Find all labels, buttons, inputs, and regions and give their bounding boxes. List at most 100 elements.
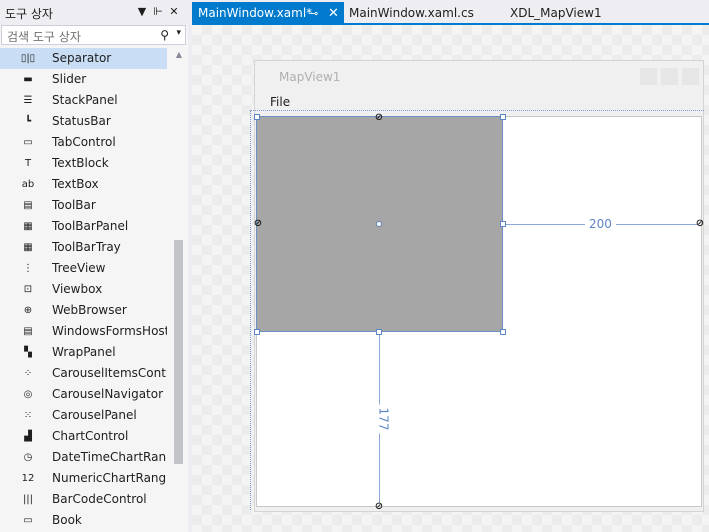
toolbox-item-toolbar[interactable]: ▤ ToolBar [0,195,167,216]
slider-icon: ▬ [23,74,33,85]
toolbox-item-statusbar[interactable]: ┗ StatusBar [0,111,167,132]
toolbox-item-label: CarouselNavigator [52,387,164,401]
bottom-anchor-icon[interactable]: ⊘ [374,502,384,512]
toolbox-item-label: StatusBar [52,114,111,128]
resize-handle-bottom-left[interactable] [254,329,260,335]
toolbox-item-carouselitemscontr[interactable]: ⁘ CarouselItemsContr... [0,363,167,384]
statusbar-icon: ┗ [24,116,32,127]
toolbox-item-label: CarouselPanel [52,408,137,422]
toolbox-item-carouselpanel[interactable]: ⁙ CarouselPanel [0,405,167,426]
resize-handle-top-left[interactable] [254,114,260,120]
wrappanel-icon: ▚ [24,347,32,358]
toolbox-item-label: WebBrowser [52,303,127,317]
toolbox-item-label: ToolBarPanel [52,219,129,233]
separator-icon: ▯|▯ [20,53,36,64]
tab-label: XDL_MapView1 [510,6,602,20]
close-button [682,68,699,85]
toolbox-item-label: TextBox [52,177,99,191]
toolbartray-icon: ▦ [23,242,33,253]
toolbox-item-label: ToolBarTray [52,240,121,254]
toolbox-item-wrappanel[interactable]: ▚ WrapPanel [0,342,167,363]
center-handle[interactable] [376,221,382,227]
stackpanel-icon: ☰ [23,95,33,106]
pin-icon[interactable]: ⊩ [150,3,166,21]
resize-handle-bottom[interactable] [376,329,382,335]
toolbox-item-textblock[interactable]: T TextBlock [0,153,167,174]
toolbox-item-toolbarpanel[interactable]: ▦ ToolBarPanel [0,216,167,237]
toolbox-item-carouselnavigator[interactable]: ◎ CarouselNavigator [0,384,167,405]
toolbox-item-viewbox[interactable]: ⊡ Viewbox [0,279,167,300]
toolbox-item-chartcontrol[interactable]: ▟ ChartControl [0,426,167,447]
scrollbar-thumb[interactable] [174,240,183,464]
textbox-icon: ab [21,179,35,190]
close-icon[interactable]: ✕ [328,3,339,24]
book-icon: ▭ [23,515,33,526]
webbrowser-icon: ⊕ [23,305,33,316]
scroll-up-icon[interactable]: ▲ [172,50,186,62]
search-placeholder: 검색 도구 상자 [7,30,81,44]
top-anchor-icon[interactable]: ⊘ [374,113,384,123]
toolbox-item-textbox[interactable]: ab TextBox [0,174,167,195]
toolbox-item-label: Viewbox [52,282,103,296]
toolbox-item-treeview[interactable]: ⋮ TreeView [0,258,167,279]
datetimechartrange-icon: ◷ [23,452,33,463]
search-icon[interactable]: ⚲ [160,28,169,42]
toolbox-item-label: TreeView [52,261,106,275]
height-dimension-label: 177 [376,404,391,434]
toolbox-item-label: Separator [52,51,112,65]
toolbox-item-slider[interactable]: ▬ Slider [0,69,167,90]
grid-selection-top [250,110,704,111]
toolbox-item-book[interactable]: ▭ Book [0,510,167,531]
toolbox-item-label: BarCodeControl [52,492,147,506]
window-title: MapView1 [279,70,341,84]
tab-xdl-mapview1[interactable]: XDL_MapView1 [510,2,650,24]
maximize-button [661,68,678,85]
toolbar-icon: ▤ [23,200,33,211]
tabcontrol-icon: ▭ [23,137,33,148]
menu-file[interactable]: File [270,95,290,109]
toolbox-item-webbrowser[interactable]: ⊕ WebBrowser [0,300,167,321]
toolbox-item-label: ToolBar [52,198,96,212]
toolbox-item-windowsformshost[interactable]: ▤ WindowsFormsHost [0,321,167,342]
toolbox-scrollbar[interactable]: ▲ [172,48,186,532]
toolbox-item-datetimechartran[interactable]: ◷ DateTimeChartRan... [0,447,167,468]
toolbox-item-separator[interactable]: ▯|▯ Separator [0,48,167,69]
pin-icon[interactable]: ⊸ [309,3,318,24]
document-tab-bar: MainWindow.xaml* ⊸ ✕ MainWindow.xaml.cs … [192,0,709,24]
tab-mainwindow-xaml-cs[interactable]: MainWindow.xaml.cs [349,2,499,24]
toolbox-item-numericchartrang[interactable]: 12 NumericChartRang... [0,468,167,489]
toolbox-title: 도구 상자 [5,7,53,21]
toolbox-item-label: Slider [52,72,87,86]
toolbox-item-label: WrapPanel [52,345,116,359]
toolbox-item-label: TabControl [52,135,116,149]
toolbox-item-label: ChartControl [52,429,129,443]
carouselitemscontrol-icon: ⁘ [23,368,33,379]
resize-handle-top-right[interactable] [500,114,506,120]
toolbox-item-stackpanel[interactable]: ☰ StackPanel [0,90,167,111]
chevron-down-icon[interactable]: ▾ [176,28,181,38]
numericchartrange-icon: 12 [21,473,35,484]
right-anchor-icon[interactable]: ⊘ [695,219,705,229]
toolbox-item-label: NumericChartRang... [52,471,167,485]
toolbox-item-barcodecontrol[interactable]: ||| BarCodeControl [0,489,167,510]
barcode-icon: ||| [22,494,34,505]
chartcontrol-icon: ▟ [24,431,32,442]
resize-handle-right[interactable] [500,221,506,227]
toolbox-item-label: StackPanel [52,93,118,107]
toolbox-search-input[interactable]: 검색 도구 상자 ⚲ ▾ [1,25,186,45]
minimize-button [640,68,657,85]
textblock-icon: T [24,158,32,169]
dropdown-icon[interactable]: ▼ [134,3,150,21]
toolbox-item-label: CarouselItemsContr... [52,366,167,380]
toolbox-item-label: WindowsFormsHost [52,324,167,338]
toolbox-item-label: TextBlock [52,156,109,170]
toolbox-item-toolbartray[interactable]: ▦ ToolBarTray [0,237,167,258]
resize-handle-bottom-right[interactable] [500,329,506,335]
close-icon[interactable]: ✕ [166,3,182,21]
toolbox-item-tabcontrol[interactable]: ▭ TabControl [0,132,167,153]
toolbox-item-label: Book [52,513,82,527]
left-anchor-icon[interactable]: ⊘ [253,219,263,229]
viewbox-icon: ⊡ [23,284,33,295]
toolbox-item-label: DateTimeChartRan... [52,450,167,464]
tab-mainwindow-xaml[interactable]: MainWindow.xaml* ⊸ ✕ [192,2,344,24]
